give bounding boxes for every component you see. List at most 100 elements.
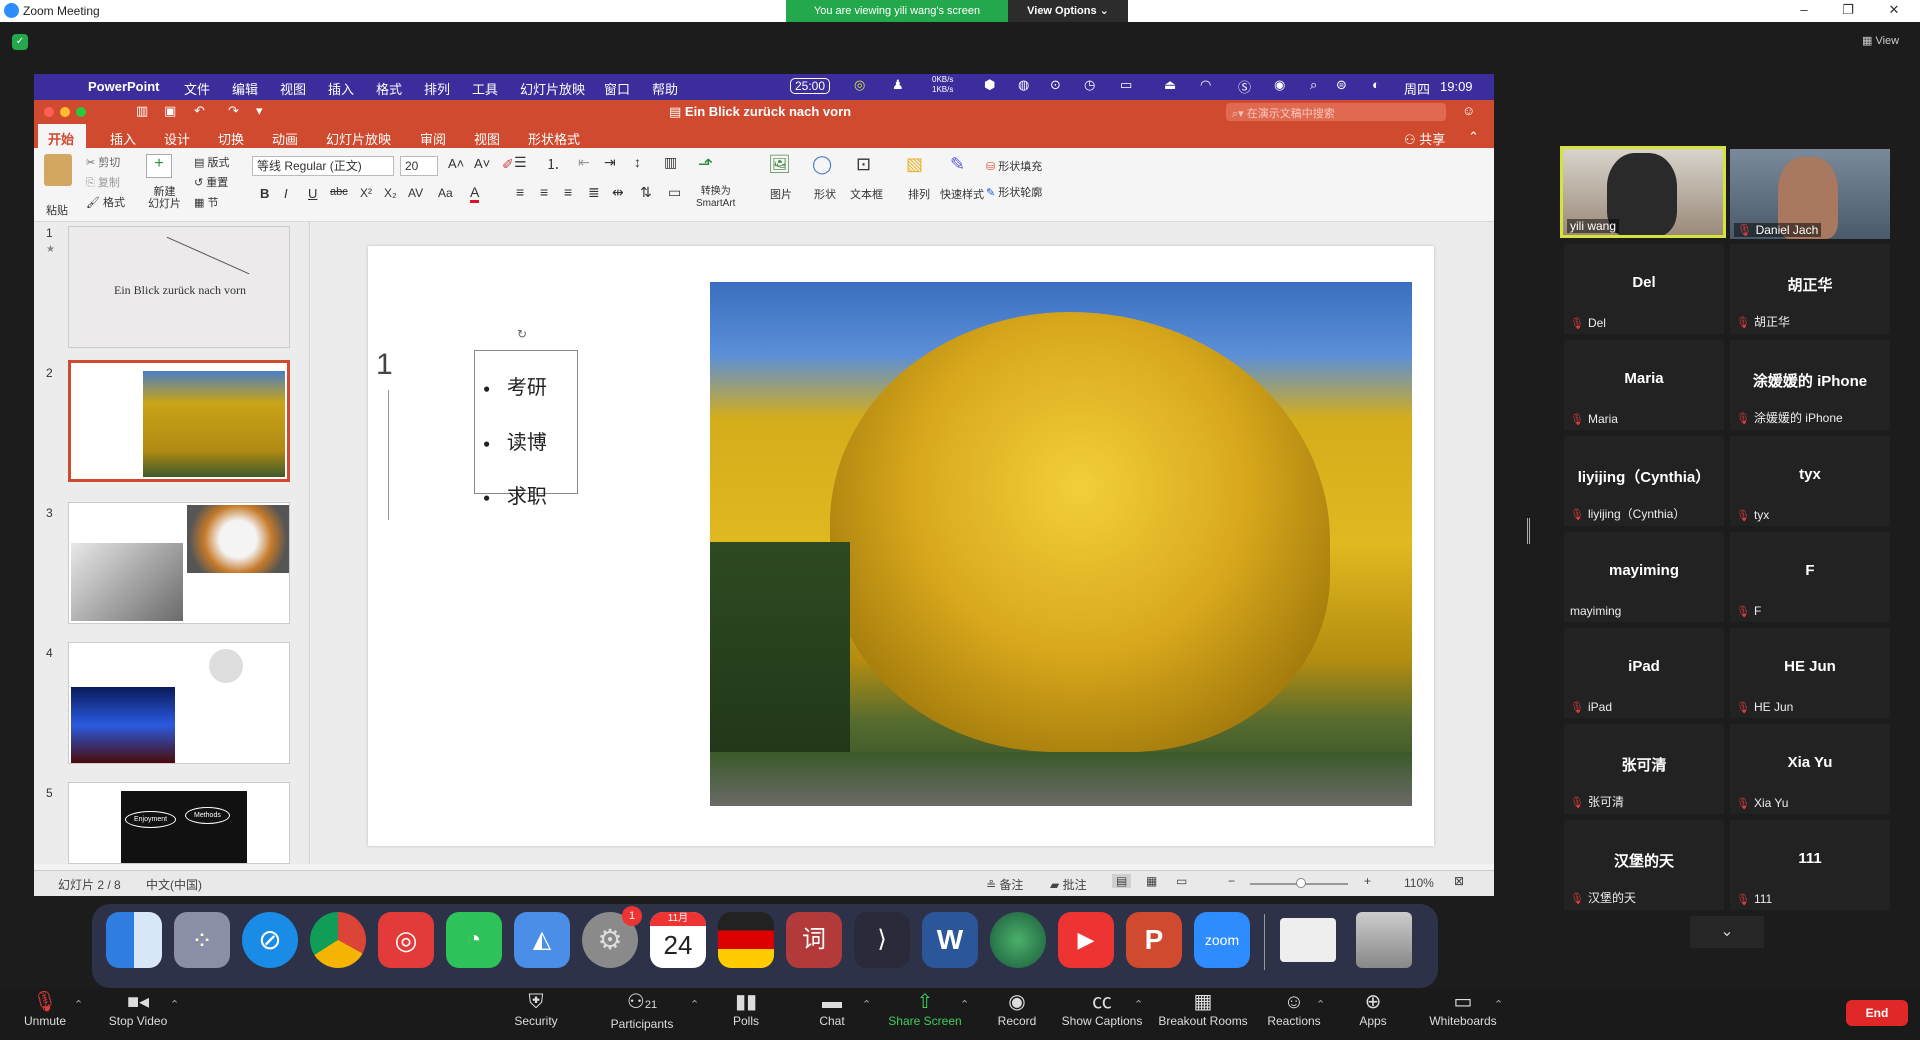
chat-caret-icon[interactable]: ⌃ bbox=[862, 998, 871, 1011]
collapse-ribbon-icon[interactable]: ⌃ bbox=[1468, 129, 1479, 145]
restore-icon[interactable]: ❐ bbox=[1838, 2, 1858, 18]
justify-icon[interactable]: ≣ bbox=[588, 184, 600, 201]
calendar-icon[interactable]: 11月 24 bbox=[650, 912, 706, 968]
zoom-out-icon[interactable]: − bbox=[1228, 874, 1235, 888]
slide-thumb-2-selected[interactable] bbox=[68, 360, 290, 482]
share-caret-icon[interactable]: ⌃ bbox=[960, 998, 969, 1011]
decrease-indent-icon[interactable]: ⇤ bbox=[578, 154, 590, 171]
share-button[interactable]: ⚇ 共享 bbox=[1404, 129, 1445, 148]
rotate-handle-icon[interactable]: ↻ bbox=[517, 327, 527, 341]
video-tile-daniel-jach[interactable]: 🎙 Daniel Jach bbox=[1730, 149, 1890, 239]
video-tile-yili-wang[interactable]: yili wang bbox=[1560, 146, 1726, 238]
search-icon[interactable]: ⌕ bbox=[1310, 77, 1317, 93]
whiteboards-button[interactable]: ▭ Whiteboards bbox=[1426, 990, 1500, 1028]
ginkgo-tree-photo[interactable] bbox=[710, 282, 1412, 806]
shape-fill-button[interactable]: ⛁ 形状填充 bbox=[986, 158, 1042, 174]
zoom-slider[interactable] bbox=[1250, 878, 1348, 888]
close-icon[interactable]: ✕ bbox=[1884, 2, 1904, 18]
char-spacing-icon[interactable]: AV bbox=[408, 186, 423, 200]
section-button[interactable]: ▦ 节 bbox=[194, 194, 218, 210]
record-button[interactable]: ◉ Record bbox=[994, 990, 1040, 1028]
font-color-icon[interactable]: A bbox=[470, 184, 480, 203]
launchpad-icon[interactable]: ⁘ bbox=[174, 912, 230, 968]
fit-slide-icon[interactable]: ⊠ bbox=[1454, 874, 1464, 888]
undo-icon[interactable]: ↶ bbox=[194, 103, 205, 119]
reactions-button[interactable]: ☺ Reactions bbox=[1264, 990, 1324, 1028]
user-icon[interactable]: ◉ bbox=[1274, 77, 1285, 93]
subscript-icon[interactable]: X₂ bbox=[384, 186, 397, 200]
slide-thumb-1[interactable]: Ein Blick zurück nach vorn bbox=[68, 226, 290, 348]
battery-icon[interactable]: ▭ bbox=[1120, 77, 1132, 93]
tab-home[interactable]: 开始 bbox=[48, 129, 74, 148]
tab-review[interactable]: 审阅 bbox=[420, 129, 446, 148]
participant-tile[interactable]: F 🎙 F bbox=[1730, 532, 1890, 622]
line-spacing-icon[interactable]: ↕ bbox=[634, 154, 641, 170]
menu-format[interactable]: 格式 bbox=[376, 79, 402, 98]
zoom-level[interactable]: 110% bbox=[1404, 876, 1434, 890]
participant-tile[interactable]: 汉堡的天 🎙 汉堡的天 bbox=[1564, 820, 1724, 910]
smiley-icon[interactable]: ☺ bbox=[1462, 103, 1475, 118]
feishu-icon[interactable]: ◭ bbox=[514, 912, 570, 968]
font-size-select[interactable]: 20 bbox=[400, 156, 438, 176]
menu-edit[interactable]: 编辑 bbox=[232, 79, 258, 98]
end-meeting-button[interactable]: End bbox=[1846, 1000, 1908, 1026]
shrink-font-icon[interactable]: A˅ bbox=[474, 156, 490, 171]
tab-animations[interactable]: 动画 bbox=[272, 129, 298, 148]
slide-thumb-4[interactable] bbox=[68, 642, 290, 764]
clock-icon[interactable]: ◷ bbox=[1084, 77, 1095, 93]
chat-bubble-icon[interactable]: ◍ bbox=[1018, 77, 1029, 93]
whiteboards-caret-icon[interactable]: ⌃ bbox=[1494, 998, 1503, 1011]
splitter-handle[interactable] bbox=[1527, 518, 1530, 544]
more-participants-chevron-down-icon[interactable]: ⌄ bbox=[1690, 916, 1764, 948]
menu-tools[interactable]: 工具 bbox=[472, 79, 498, 98]
copy-button[interactable]: ⎘ 复制 bbox=[86, 174, 120, 190]
tab-insert[interactable]: 插入 bbox=[110, 129, 136, 148]
tab-transitions[interactable]: 切换 bbox=[218, 129, 244, 148]
font-select[interactable]: 等线 Regular (正文) bbox=[252, 156, 394, 176]
safari-icon[interactable]: ⊘ bbox=[242, 912, 298, 968]
participant-tile[interactable]: mayiming mayiming bbox=[1564, 532, 1724, 622]
grow-font-icon[interactable]: A˄ bbox=[448, 156, 464, 171]
bullet-item[interactable]: ● 考研 bbox=[483, 361, 547, 416]
bullet-item[interactable]: ● 求职 bbox=[483, 470, 547, 525]
pdf-app-icon[interactable]: ▶ bbox=[1058, 912, 1114, 968]
strikethrough-icon[interactable]: abc bbox=[330, 186, 348, 198]
notes-button[interactable]: ≗ 备注 bbox=[986, 876, 1023, 893]
breakout-rooms-button[interactable]: ▦ Breakout Rooms bbox=[1156, 990, 1250, 1028]
show-captions-button[interactable]: ㏄ Show Captions bbox=[1060, 990, 1144, 1028]
language-label[interactable]: 中文(中国) bbox=[146, 876, 202, 893]
stop-video-button[interactable]: ■◂ Stop Video bbox=[104, 990, 172, 1028]
customize-icon[interactable]: ▾ bbox=[256, 103, 263, 119]
chat-button[interactable]: ▬ Chat bbox=[812, 990, 852, 1028]
normal-view-icon[interactable]: ▤ bbox=[1112, 874, 1132, 888]
textbox-icon[interactable]: ⊡ bbox=[856, 154, 871, 175]
columns-icon[interactable]: ▥ bbox=[664, 154, 677, 171]
participant-tile[interactable]: liyijing（Cynthia） 🎙 liyijing（Cynthia） bbox=[1564, 436, 1724, 526]
menu-view[interactable]: 视图 bbox=[280, 79, 306, 98]
participants-button[interactable]: ⚇21 Participants bbox=[604, 990, 680, 1031]
slide-thumb-5[interactable]: Enjoyment Methods bbox=[68, 782, 290, 864]
menu-help[interactable]: 帮助 bbox=[652, 79, 678, 98]
participant-tile[interactable]: Xia Yu 🎙 Xia Yu bbox=[1730, 724, 1890, 814]
chrome-icon[interactable] bbox=[310, 912, 366, 968]
polls-button[interactable]: ▮▮ Polls bbox=[726, 990, 766, 1028]
tab-slideshow[interactable]: 幻灯片放映 bbox=[326, 129, 391, 148]
menu-window[interactable]: 窗口 bbox=[604, 79, 630, 98]
zoom-in-icon[interactable]: + bbox=[1364, 874, 1371, 888]
status-icon[interactable]: ◎ bbox=[854, 77, 865, 93]
reading-view-icon[interactable]: ▭ bbox=[1176, 874, 1187, 888]
siri-icon[interactable]: ◐ bbox=[1372, 77, 1380, 92]
zoom-slider-thumb[interactable] bbox=[1296, 878, 1306, 888]
selected-text-box[interactable]: ↻ ● 考研 ● 读博 ● 求职 bbox=[474, 327, 578, 508]
menu-powerpoint[interactable]: PowerPoint bbox=[88, 79, 160, 94]
trash-icon[interactable] bbox=[1356, 912, 1412, 968]
participant-tile[interactable]: HE Jun 🎙 HE Jun bbox=[1730, 628, 1890, 718]
quick-styles-icon[interactable]: ✎ bbox=[950, 154, 965, 175]
redo-icon[interactable]: ↷ bbox=[228, 103, 239, 119]
german-flag-app-icon[interactable] bbox=[718, 912, 774, 968]
superscript-icon[interactable]: X² bbox=[360, 186, 372, 200]
sorter-view-icon[interactable]: ▦ bbox=[1146, 874, 1157, 888]
participant-tile[interactable]: Maria 🎙 Maria bbox=[1564, 340, 1724, 430]
reset-button[interactable]: ↺ 重置 bbox=[194, 174, 228, 190]
captions-caret-icon[interactable]: ⌃ bbox=[1134, 998, 1143, 1011]
